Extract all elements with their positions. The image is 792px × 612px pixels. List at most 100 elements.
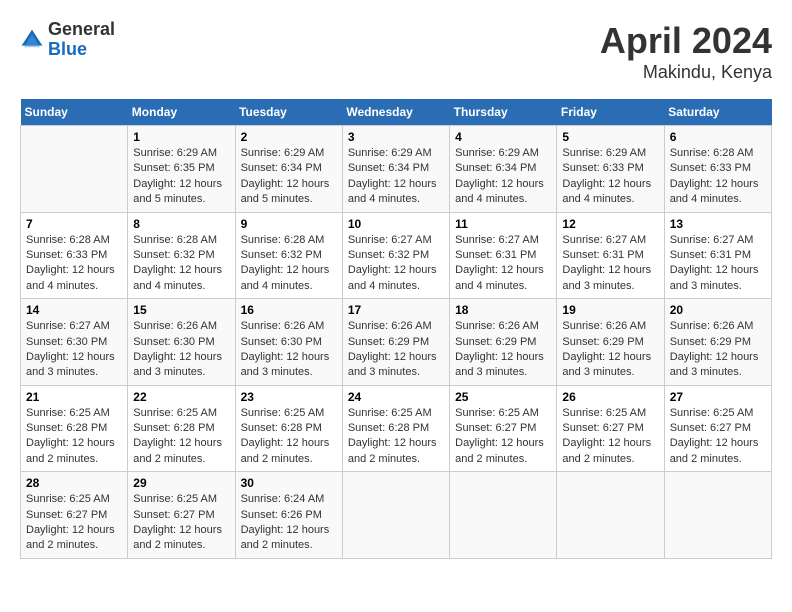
- day-number: 19: [562, 303, 658, 317]
- day-info: Sunrise: 6:27 AM Sunset: 6:32 PM Dayligh…: [348, 233, 444, 295]
- day-info: Sunrise: 6:28 AM Sunset: 6:32 PM Dayligh…: [241, 233, 337, 295]
- day-info: Sunrise: 6:26 AM Sunset: 6:29 PM Dayligh…: [670, 319, 766, 381]
- calendar-cell: 1Sunrise: 6:29 AM Sunset: 6:35 PM Daylig…: [128, 126, 235, 213]
- page-header: General Blue April 2024 Makindu, Kenya: [20, 20, 772, 83]
- calendar-cell: 8 Sunrise: 6:28 AM Sunset: 6:32 PM Daylig…: [128, 212, 235, 299]
- header-cell-wednesday: Wednesday: [342, 99, 449, 126]
- calendar-cell: 13Sunrise: 6:27 AM Sunset: 6:31 PM Dayli…: [664, 212, 771, 299]
- day-number: 8: [133, 217, 229, 231]
- day-info: Sunrise: 6:25 AM Sunset: 6:28 PM Dayligh…: [241, 406, 337, 468]
- header-cell-thursday: Thursday: [450, 99, 557, 126]
- day-info: Sunrise: 6:25 AM Sunset: 6:28 PM Dayligh…: [133, 406, 229, 468]
- day-number: 16: [241, 303, 337, 317]
- calendar-cell: 17 Sunrise: 6:26 AM Sunset: 6:29 PM Dayli…: [342, 299, 449, 386]
- day-number: 11: [455, 217, 551, 231]
- logo-icon: [20, 28, 44, 52]
- day-info: Sunrise: 6:25 AM Sunset: 6:27 PM Dayligh…: [455, 406, 551, 468]
- day-info: Sunrise: 6:28 AM Sunset: 6:33 PM Dayligh…: [670, 146, 766, 208]
- logo-blue: Blue: [48, 40, 115, 60]
- calendar-cell: [557, 472, 664, 559]
- day-number: 24: [348, 390, 444, 404]
- day-number: 28: [26, 476, 122, 490]
- calendar-cell: 2 Sunrise: 6:29 AM Sunset: 6:34 PM Daylig…: [235, 126, 342, 213]
- day-number: 20: [670, 303, 766, 317]
- calendar-cell: 24 Sunrise: 6:25 AM Sunset: 6:28 PM Dayli…: [342, 385, 449, 472]
- calendar-cell: 18 Sunrise: 6:26 AM Sunset: 6:29 PM Dayli…: [450, 299, 557, 386]
- day-number: 18: [455, 303, 551, 317]
- day-number: 23: [241, 390, 337, 404]
- calendar-cell: 26 Sunrise: 6:25 AM Sunset: 6:27 PM Dayli…: [557, 385, 664, 472]
- calendar-row: 7Sunrise: 6:28 AM Sunset: 6:33 PM Daylig…: [21, 212, 772, 299]
- calendar-cell: 25 Sunrise: 6:25 AM Sunset: 6:27 PM Dayli…: [450, 385, 557, 472]
- calendar-cell: 16Sunrise: 6:26 AM Sunset: 6:30 PM Dayli…: [235, 299, 342, 386]
- calendar-cell: 23 Sunrise: 6:25 AM Sunset: 6:28 PM Dayli…: [235, 385, 342, 472]
- day-number: 14: [26, 303, 122, 317]
- day-info: Sunrise: 6:27 AM Sunset: 6:31 PM Dayligh…: [670, 233, 766, 295]
- day-number: 4: [455, 130, 551, 144]
- calendar-row: 28 Sunrise: 6:25 AM Sunset: 6:27 PM Dayli…: [21, 472, 772, 559]
- page-title: April 2024: [600, 20, 772, 62]
- day-number: 10: [348, 217, 444, 231]
- header-cell-friday: Friday: [557, 99, 664, 126]
- calendar-cell: 11 Sunrise: 6:27 AM Sunset: 6:31 PM Dayli…: [450, 212, 557, 299]
- calendar-cell: 14Sunrise: 6:27 AM Sunset: 6:30 PM Dayli…: [21, 299, 128, 386]
- logo-general: General: [48, 20, 115, 40]
- header-cell-saturday: Saturday: [664, 99, 771, 126]
- calendar-cell: 4 Sunrise: 6:29 AM Sunset: 6:34 PM Daylig…: [450, 126, 557, 213]
- day-info: Sunrise: 6:29 AM Sunset: 6:35 PM Dayligh…: [133, 146, 229, 208]
- calendar-cell: 5Sunrise: 6:29 AM Sunset: 6:33 PM Daylig…: [557, 126, 664, 213]
- day-number: 21: [26, 390, 122, 404]
- calendar-row: 1Sunrise: 6:29 AM Sunset: 6:35 PM Daylig…: [21, 126, 772, 213]
- day-number: 22: [133, 390, 229, 404]
- header-row: SundayMondayTuesdayWednesdayThursdayFrid…: [21, 99, 772, 126]
- day-number: 26: [562, 390, 658, 404]
- calendar-body: 1Sunrise: 6:29 AM Sunset: 6:35 PM Daylig…: [21, 126, 772, 559]
- day-number: 29: [133, 476, 229, 490]
- calendar-cell: 9Sunrise: 6:28 AM Sunset: 6:32 PM Daylig…: [235, 212, 342, 299]
- day-info: Sunrise: 6:25 AM Sunset: 6:28 PM Dayligh…: [348, 406, 444, 468]
- day-info: Sunrise: 6:26 AM Sunset: 6:29 PM Dayligh…: [348, 319, 444, 381]
- page-subtitle: Makindu, Kenya: [600, 62, 772, 83]
- day-info: Sunrise: 6:24 AM Sunset: 6:26 PM Dayligh…: [241, 492, 337, 554]
- title-block: April 2024 Makindu, Kenya: [600, 20, 772, 83]
- day-info: Sunrise: 6:26 AM Sunset: 6:29 PM Dayligh…: [562, 319, 658, 381]
- day-info: Sunrise: 6:27 AM Sunset: 6:31 PM Dayligh…: [455, 233, 551, 295]
- header-cell-sunday: Sunday: [21, 99, 128, 126]
- day-info: Sunrise: 6:29 AM Sunset: 6:34 PM Dayligh…: [455, 146, 551, 208]
- calendar-table: SundayMondayTuesdayWednesdayThursdayFrid…: [20, 99, 772, 559]
- calendar-cell: 3Sunrise: 6:29 AM Sunset: 6:34 PM Daylig…: [342, 126, 449, 213]
- calendar-cell: 7Sunrise: 6:28 AM Sunset: 6:33 PM Daylig…: [21, 212, 128, 299]
- calendar-cell: [450, 472, 557, 559]
- day-number: 2: [241, 130, 337, 144]
- day-info: Sunrise: 6:25 AM Sunset: 6:27 PM Dayligh…: [562, 406, 658, 468]
- calendar-cell: 21Sunrise: 6:25 AM Sunset: 6:28 PM Dayli…: [21, 385, 128, 472]
- day-number: 25: [455, 390, 551, 404]
- day-info: Sunrise: 6:25 AM Sunset: 6:27 PM Dayligh…: [26, 492, 122, 554]
- day-number: 30: [241, 476, 337, 490]
- calendar-cell: 12Sunrise: 6:27 AM Sunset: 6:31 PM Dayli…: [557, 212, 664, 299]
- day-info: Sunrise: 6:28 AM Sunset: 6:33 PM Dayligh…: [26, 233, 122, 295]
- calendar-cell: [21, 126, 128, 213]
- day-info: Sunrise: 6:26 AM Sunset: 6:29 PM Dayligh…: [455, 319, 551, 381]
- calendar-row: 21 Sunrise: 6:25 AM Sunset: 6:28 PM Dayli…: [21, 385, 772, 472]
- calendar-cell: 6 Sunrise: 6:28 AM Sunset: 6:33 PM Daylig…: [664, 126, 771, 213]
- calendar-cell: 22 Sunrise: 6:25 AM Sunset: 6:28 PM Dayli…: [128, 385, 235, 472]
- calendar-cell: 29Sunrise: 6:25 AM Sunset: 6:27 PM Dayli…: [128, 472, 235, 559]
- day-number: 17: [348, 303, 444, 317]
- calendar-cell: 10 Sunrise: 6:27 AM Sunset: 6:32 PM Dayli…: [342, 212, 449, 299]
- calendar-cell: 20 Sunrise: 6:26 AM Sunset: 6:29 PM Dayli…: [664, 299, 771, 386]
- day-info: Sunrise: 6:27 AM Sunset: 6:31 PM Dayligh…: [562, 233, 658, 295]
- day-info: Sunrise: 6:29 AM Sunset: 6:34 PM Dayligh…: [241, 146, 337, 208]
- day-number: 27: [670, 390, 766, 404]
- logo: General Blue: [20, 20, 115, 60]
- day-info: Sunrise: 6:25 AM Sunset: 6:27 PM Dayligh…: [670, 406, 766, 468]
- calendar-cell: 19 Sunrise: 6:26 AM Sunset: 6:29 PM Dayli…: [557, 299, 664, 386]
- day-info: Sunrise: 6:28 AM Sunset: 6:32 PM Dayligh…: [133, 233, 229, 295]
- day-info: Sunrise: 6:29 AM Sunset: 6:33 PM Dayligh…: [562, 146, 658, 208]
- day-number: 6: [670, 130, 766, 144]
- calendar-header: SundayMondayTuesdayWednesdayThursdayFrid…: [21, 99, 772, 126]
- calendar-cell: 30 Sunrise: 6:24 AM Sunset: 6:26 PM Dayli…: [235, 472, 342, 559]
- calendar-cell: 27 Sunrise: 6:25 AM Sunset: 6:27 PM Dayli…: [664, 385, 771, 472]
- header-cell-monday: Monday: [128, 99, 235, 126]
- calendar-cell: [342, 472, 449, 559]
